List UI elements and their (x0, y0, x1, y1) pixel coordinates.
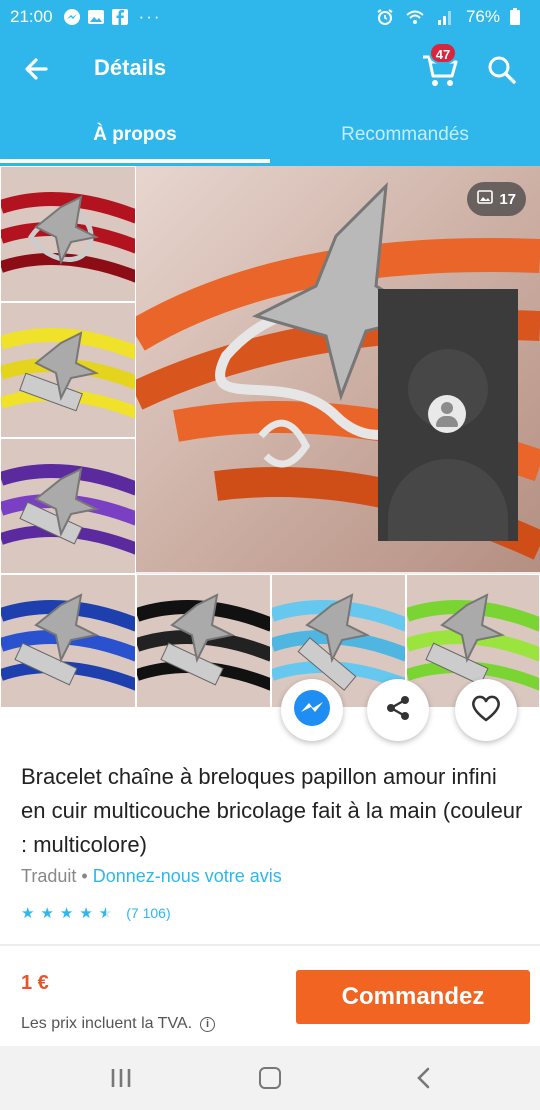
favorite-button[interactable] (455, 679, 517, 741)
messenger-share-icon (292, 688, 332, 733)
battery-icon (506, 8, 524, 26)
thumbnail-red[interactable] (0, 166, 136, 302)
translated-label: Traduit (21, 866, 77, 886)
status-time: 21:00 (10, 7, 53, 26)
thumbnail-blue[interactable] (0, 574, 136, 708)
messenger-icon (63, 8, 81, 26)
thumbnail-black[interactable] (136, 574, 271, 708)
star-icon: ★ (21, 905, 35, 922)
active-tab-indicator (0, 159, 270, 163)
product-title: Bracelet chaîne à breloques papillon amo… (21, 764, 523, 857)
page-title: Détails (94, 55, 167, 80)
status-bar: 21:00 ··· 76% (0, 0, 540, 34)
thumbnail-purple[interactable] (0, 438, 136, 574)
review-count[interactable]: (7 106) (126, 905, 170, 921)
home-icon[interactable] (259, 1067, 281, 1089)
translation-line: Traduit • Donnez-nous votre avis (21, 866, 282, 887)
status-more: ··· (138, 7, 162, 26)
recent-apps-icon[interactable] (110, 1067, 132, 1089)
share-button[interactable] (367, 679, 429, 741)
share-icon (383, 693, 413, 728)
system-nav-bar (0, 1046, 540, 1110)
image-icon (477, 190, 494, 208)
feedback-link[interactable]: Donnez-nous votre avis (93, 866, 282, 886)
order-button[interactable]: Commandez (296, 970, 530, 1024)
nav-back-icon[interactable] (412, 1066, 436, 1090)
tab-about[interactable]: À propos (0, 104, 270, 166)
app-bar: Détails 47 (0, 34, 540, 104)
gallery-icon (87, 8, 105, 26)
search-icon[interactable] (484, 52, 520, 88)
divider (0, 944, 540, 946)
photo-count-badge[interactable]: 17 (467, 182, 526, 216)
translated-bullet: • (81, 866, 88, 886)
vat-note: Les prix incluent la TVA. i (21, 1015, 216, 1033)
avatar-icon (428, 395, 466, 433)
info-icon[interactable]: i (200, 1016, 216, 1032)
main-product-image[interactable]: 17 (136, 166, 540, 572)
back-arrow-icon[interactable] (18, 50, 56, 88)
facebook-icon (111, 8, 129, 26)
photo-count: 17 (499, 190, 516, 208)
product-gallery: 17 (0, 166, 540, 741)
signal-icon (436, 8, 454, 26)
star-icon: ★ (40, 905, 54, 922)
thumbnail-yellow[interactable] (0, 302, 136, 438)
battery-percent: 76% (465, 7, 500, 26)
video-call-overlay[interactable] (378, 289, 518, 541)
price: 1 € (21, 972, 49, 994)
wifi-icon (406, 8, 424, 26)
star-icon: ★ (59, 905, 74, 922)
messenger-share-button[interactable] (281, 679, 343, 741)
cart-count-badge: 47 (429, 42, 457, 64)
rating-row[interactable]: ★ ★ ★ ★ ★ ★ (7 106) (21, 904, 171, 922)
tab-bar: À propos Recommandés (0, 104, 540, 166)
heart-icon (470, 693, 502, 728)
half-star-icon: ★ ★ (98, 905, 113, 922)
vat-text: Les prix incluent la TVA. (21, 1015, 193, 1032)
star-icon: ★ (79, 905, 93, 922)
alarm-icon (376, 8, 394, 26)
tab-recommended[interactable]: Recommandés (270, 104, 540, 166)
